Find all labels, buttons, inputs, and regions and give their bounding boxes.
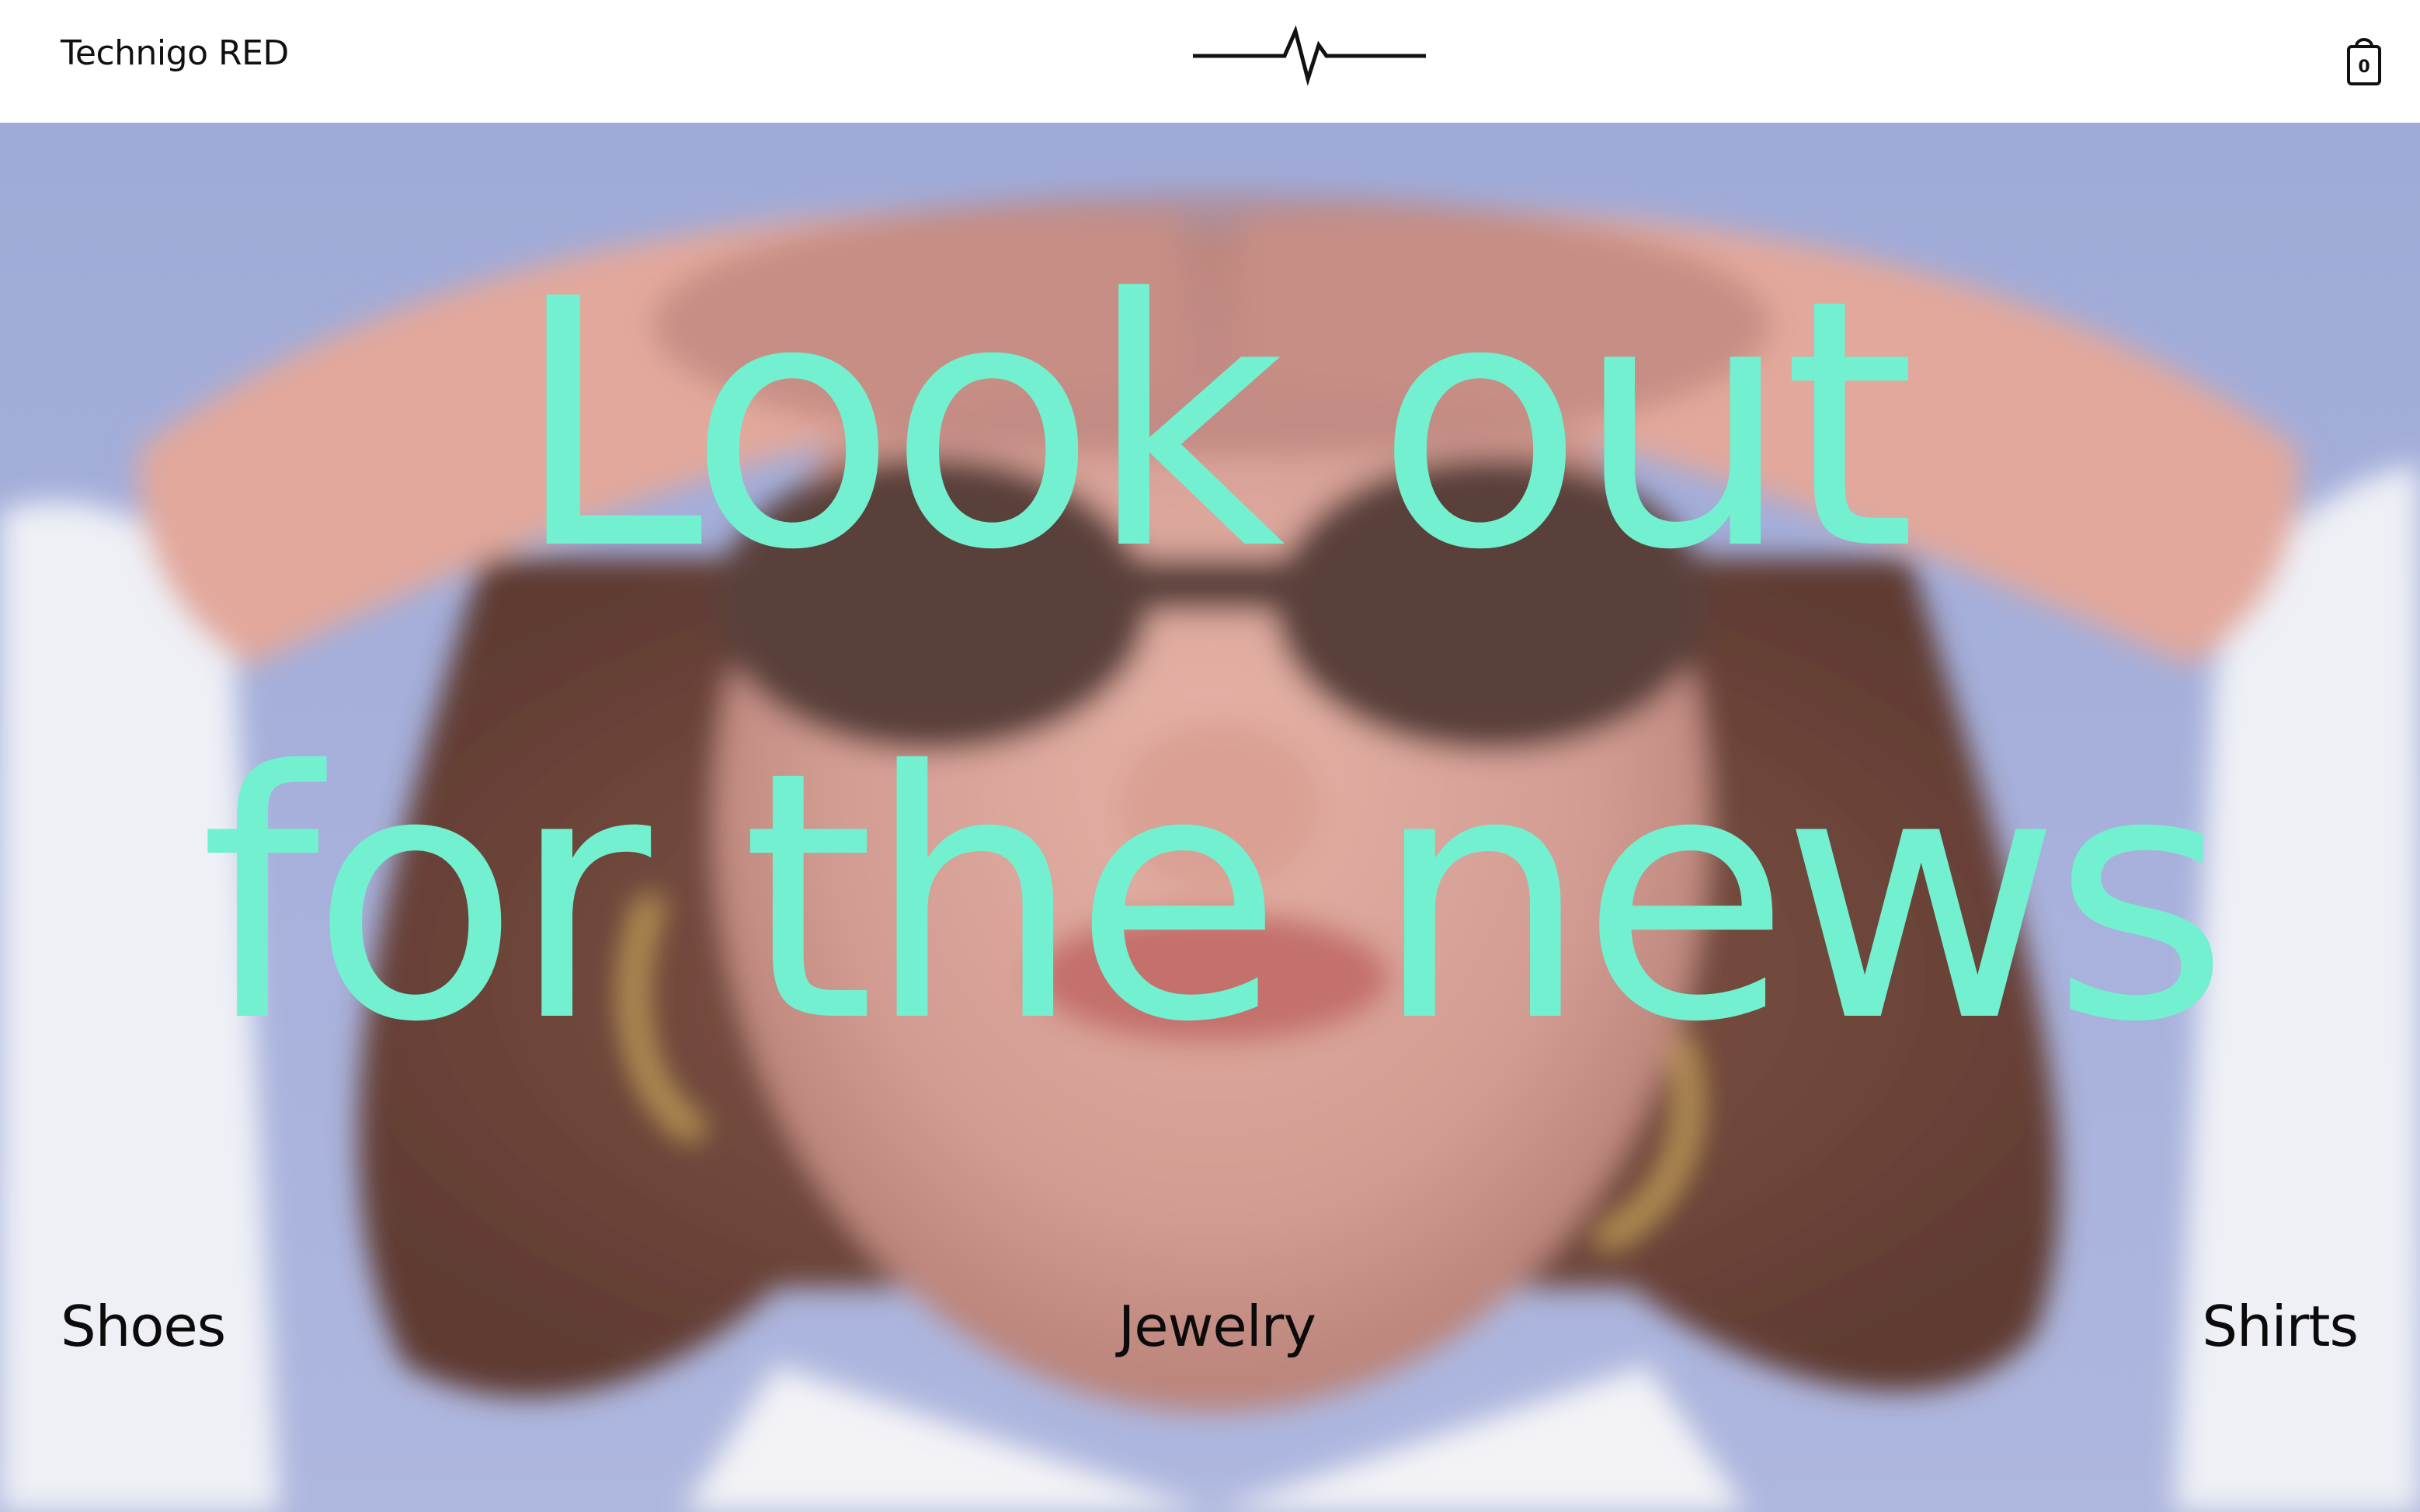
category-link-shirts[interactable]: Shirts bbox=[2202, 1288, 2359, 1365]
page: Technigo RED 0 Look out for the news Sho… bbox=[0, 0, 2420, 1512]
site-header: Technigo RED 0 bbox=[0, 0, 2420, 123]
category-link-jewelry[interactable]: Jewelry bbox=[1118, 1288, 1316, 1365]
heartbeat-line-icon[interactable] bbox=[1193, 23, 1426, 85]
category-link-shoes[interactable]: Shoes bbox=[61, 1288, 226, 1365]
cart-count-badge: 0 bbox=[2358, 57, 2370, 77]
hero-banner: Look out for the news Shoes Jewelry Shir… bbox=[0, 123, 2420, 1512]
headline-line-1: Look out bbox=[513, 227, 1916, 624]
cart-button[interactable]: 0 bbox=[2341, 30, 2387, 92]
headline-line-2: for the news bbox=[200, 699, 2230, 1097]
brand-link[interactable]: Technigo RED bbox=[61, 30, 289, 78]
